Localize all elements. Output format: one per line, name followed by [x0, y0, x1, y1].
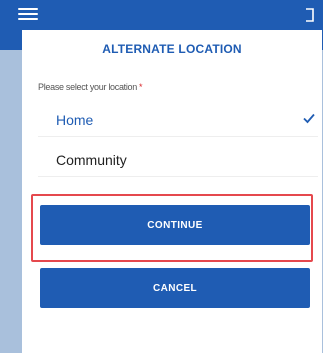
- location-option-label: Community: [56, 152, 127, 168]
- exit-icon[interactable]: [299, 8, 315, 22]
- dialog-title: ALTERNATE LOCATION: [102, 42, 242, 56]
- check-icon: [303, 113, 315, 124]
- location-option-community[interactable]: Community: [38, 142, 318, 177]
- hamburger-icon[interactable]: [18, 8, 38, 20]
- continue-button[interactable]: CONTINUE: [40, 205, 310, 245]
- alternate-location-dialog: ALTERNATE LOCATION Please select your lo…: [22, 30, 322, 353]
- location-label-text: Please select your location: [38, 82, 137, 92]
- cancel-button[interactable]: CANCEL: [40, 268, 310, 308]
- location-field-label: Please select your location *: [38, 82, 142, 92]
- location-option-label: Home: [56, 112, 94, 128]
- location-option-home[interactable]: Home: [38, 102, 318, 137]
- required-mark: *: [138, 82, 143, 92]
